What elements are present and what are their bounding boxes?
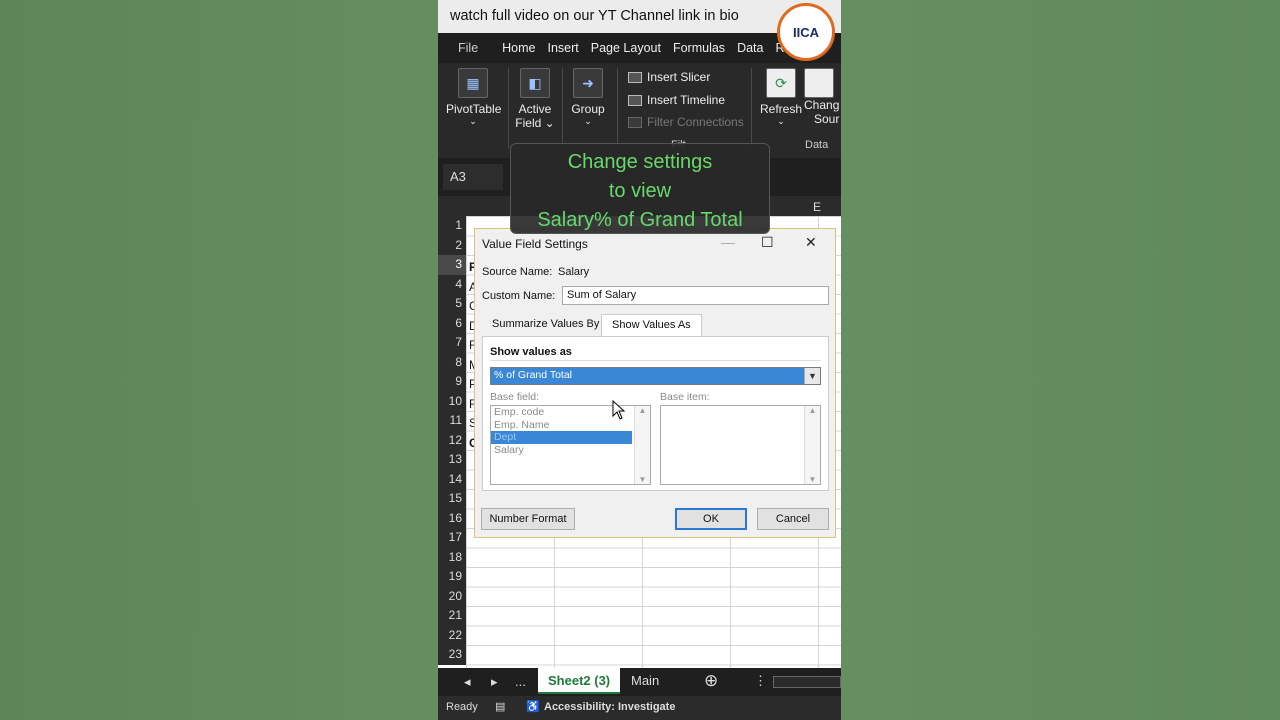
row-header[interactable]: 21 xyxy=(438,606,466,626)
change-source-icon xyxy=(804,68,834,98)
row-header[interactable]: 20 xyxy=(438,587,466,607)
base-field-scrollbar[interactable]: ▲ ▼ xyxy=(634,406,650,484)
show-values-as-label: Show values as xyxy=(490,346,572,358)
refresh-icon: ⟳ xyxy=(766,68,796,98)
prev-sheet-icon[interactable]: ◂ xyxy=(464,674,471,690)
change-source-button[interactable]: Chang Sour xyxy=(804,68,841,126)
active-field-button[interactable]: ◧ Active Field ⌄ xyxy=(514,68,556,130)
row-header[interactable]: 18 xyxy=(438,548,466,568)
row-header[interactable]: 6 xyxy=(438,314,466,334)
base-item-label: Base item: xyxy=(660,391,710,403)
list-item[interactable]: Salary xyxy=(491,444,650,457)
macro-record-icon[interactable]: ▤ xyxy=(495,700,505,713)
pivottable-button[interactable]: ▦ PivotTable ⌄ xyxy=(446,68,501,127)
sheet-tab-bar: ◂ ▸ ... Sheet2 (3) Main ⊕ ⋮ xyxy=(438,668,841,696)
row-header[interactable]: 7 xyxy=(438,333,466,353)
tab-summarize-values-by[interactable]: Summarize Values By xyxy=(482,314,609,336)
row-header[interactable]: 23 xyxy=(438,645,466,665)
caption-text: watch full video on our YT Channel link … xyxy=(450,8,739,24)
more-options-icon[interactable]: ⋮ xyxy=(754,673,767,689)
horizontal-scrollbar[interactable] xyxy=(773,676,841,688)
active-field-icon: ◧ xyxy=(520,68,550,98)
column-header-e[interactable]: E xyxy=(813,200,821,214)
row-header[interactable]: 17 xyxy=(438,528,466,548)
row-header[interactable]: 15 xyxy=(438,489,466,509)
ok-button[interactable]: OK xyxy=(675,508,747,530)
row-header[interactable]: 8 xyxy=(438,353,466,373)
row-header[interactable]: 9 xyxy=(438,372,466,392)
data-group-label: Data xyxy=(805,139,829,151)
cancel-button[interactable]: Cancel xyxy=(757,508,829,530)
name-box[interactable]: A3 xyxy=(443,164,503,190)
row-header[interactable]: 22 xyxy=(438,626,466,646)
refresh-button[interactable]: ⟳ Refresh ⌄ xyxy=(760,68,802,127)
tab-show-values-as[interactable]: Show Values As xyxy=(601,314,702,336)
insert-slicer-button[interactable]: Insert Slicer xyxy=(628,70,710,84)
tab-insert[interactable]: Insert xyxy=(542,41,585,55)
maximize-icon[interactable]: ☐ xyxy=(761,234,774,251)
status-bar: Ready ▤ ♿ Accessibility: Investigate xyxy=(438,696,841,720)
tab-data[interactable]: Data xyxy=(731,41,769,55)
custom-name-field[interactable]: Sum of Salary xyxy=(562,286,829,305)
base-field-label: Base field: xyxy=(490,391,540,403)
ready-status: Ready xyxy=(446,701,478,713)
more-sheets-button[interactable]: ... xyxy=(515,674,526,689)
source-name-value: Salary xyxy=(558,266,590,278)
number-format-button[interactable]: Number Format xyxy=(481,508,575,530)
group-icon: ➜ xyxy=(573,68,603,98)
base-item-scrollbar[interactable]: ▲ ▼ xyxy=(804,406,820,484)
base-item-list[interactable]: ▲ ▼ xyxy=(660,405,821,485)
accessibility-status[interactable]: Accessibility: Investigate xyxy=(544,701,675,713)
value-field-settings-dialog: Value Field Settings — ☐ ✕ Source Name: … xyxy=(474,228,836,538)
slicer-icon xyxy=(628,71,642,83)
custom-name-label: Custom Name: xyxy=(482,290,556,302)
row-header[interactable]: 13 xyxy=(438,450,466,470)
tab-page-layout[interactable]: Page Layout xyxy=(585,41,667,55)
insert-timeline-button[interactable]: Insert Timeline xyxy=(628,93,725,107)
source-name-label: Source Name: xyxy=(482,266,553,278)
timeline-icon xyxy=(628,94,642,106)
filter-connections-button: Filter Connections xyxy=(628,115,744,129)
row-header[interactable]: 3 xyxy=(438,255,466,275)
list-item[interactable]: Emp. Name xyxy=(491,419,650,432)
show-values-as-panel: Show values as % of Grand Total ▼ Base f… xyxy=(482,336,829,491)
sheet-tab-sheet2-3[interactable]: Sheet2 (3) xyxy=(538,668,621,694)
next-sheet-icon[interactable]: ▸ xyxy=(491,674,498,690)
chevron-down-icon: ▼ xyxy=(804,368,820,384)
channel-logo: IICA xyxy=(777,3,835,61)
row-header[interactable]: 16 xyxy=(438,509,466,529)
group-button[interactable]: ➜ Group ⌄ xyxy=(568,68,608,127)
accessibility-icon: ♿ xyxy=(526,701,540,713)
minimize-icon: — xyxy=(721,234,735,250)
dialog-title: Value Field Settings xyxy=(482,237,588,251)
mouse-cursor-icon xyxy=(612,400,626,420)
row-header[interactable]: 19 xyxy=(438,567,466,587)
row-header[interactable]: 5 xyxy=(438,294,466,314)
sheet-tab-main[interactable]: Main xyxy=(621,668,669,694)
tutorial-overlay: Change settings to view Salary% of Grand… xyxy=(510,143,770,234)
row-header[interactable]: 12 xyxy=(438,431,466,451)
close-icon[interactable]: ✕ xyxy=(805,234,817,251)
list-item[interactable]: Dept xyxy=(491,431,632,444)
row-header[interactable]: 10 xyxy=(438,392,466,412)
filter-connections-icon xyxy=(628,116,642,128)
tab-home[interactable]: Home xyxy=(496,41,541,55)
tab-file[interactable]: File xyxy=(438,41,496,55)
add-sheet-icon[interactable]: ⊕ xyxy=(704,671,718,691)
row-header[interactable]: 2 xyxy=(438,236,466,256)
base-field-list[interactable]: Emp. code Emp. Name Dept Salary ▲ ▼ xyxy=(490,405,651,485)
row-header[interactable]: 4 xyxy=(438,275,466,295)
tab-formulas[interactable]: Formulas xyxy=(667,41,731,55)
list-item[interactable]: Emp. code xyxy=(491,406,650,419)
row-headers: 1 2 3 4 5 6 7 8 9 10 11 12 13 14 15 16 1… xyxy=(438,216,466,665)
screen-recording: watch full video on our YT Channel link … xyxy=(438,0,841,720)
row-header[interactable]: 11 xyxy=(438,411,466,431)
row-header[interactable]: 1 xyxy=(438,216,466,236)
row-header[interactable]: 14 xyxy=(438,470,466,490)
pivottable-icon: ▦ xyxy=(458,68,488,98)
show-values-as-select[interactable]: % of Grand Total ▼ xyxy=(490,367,821,385)
